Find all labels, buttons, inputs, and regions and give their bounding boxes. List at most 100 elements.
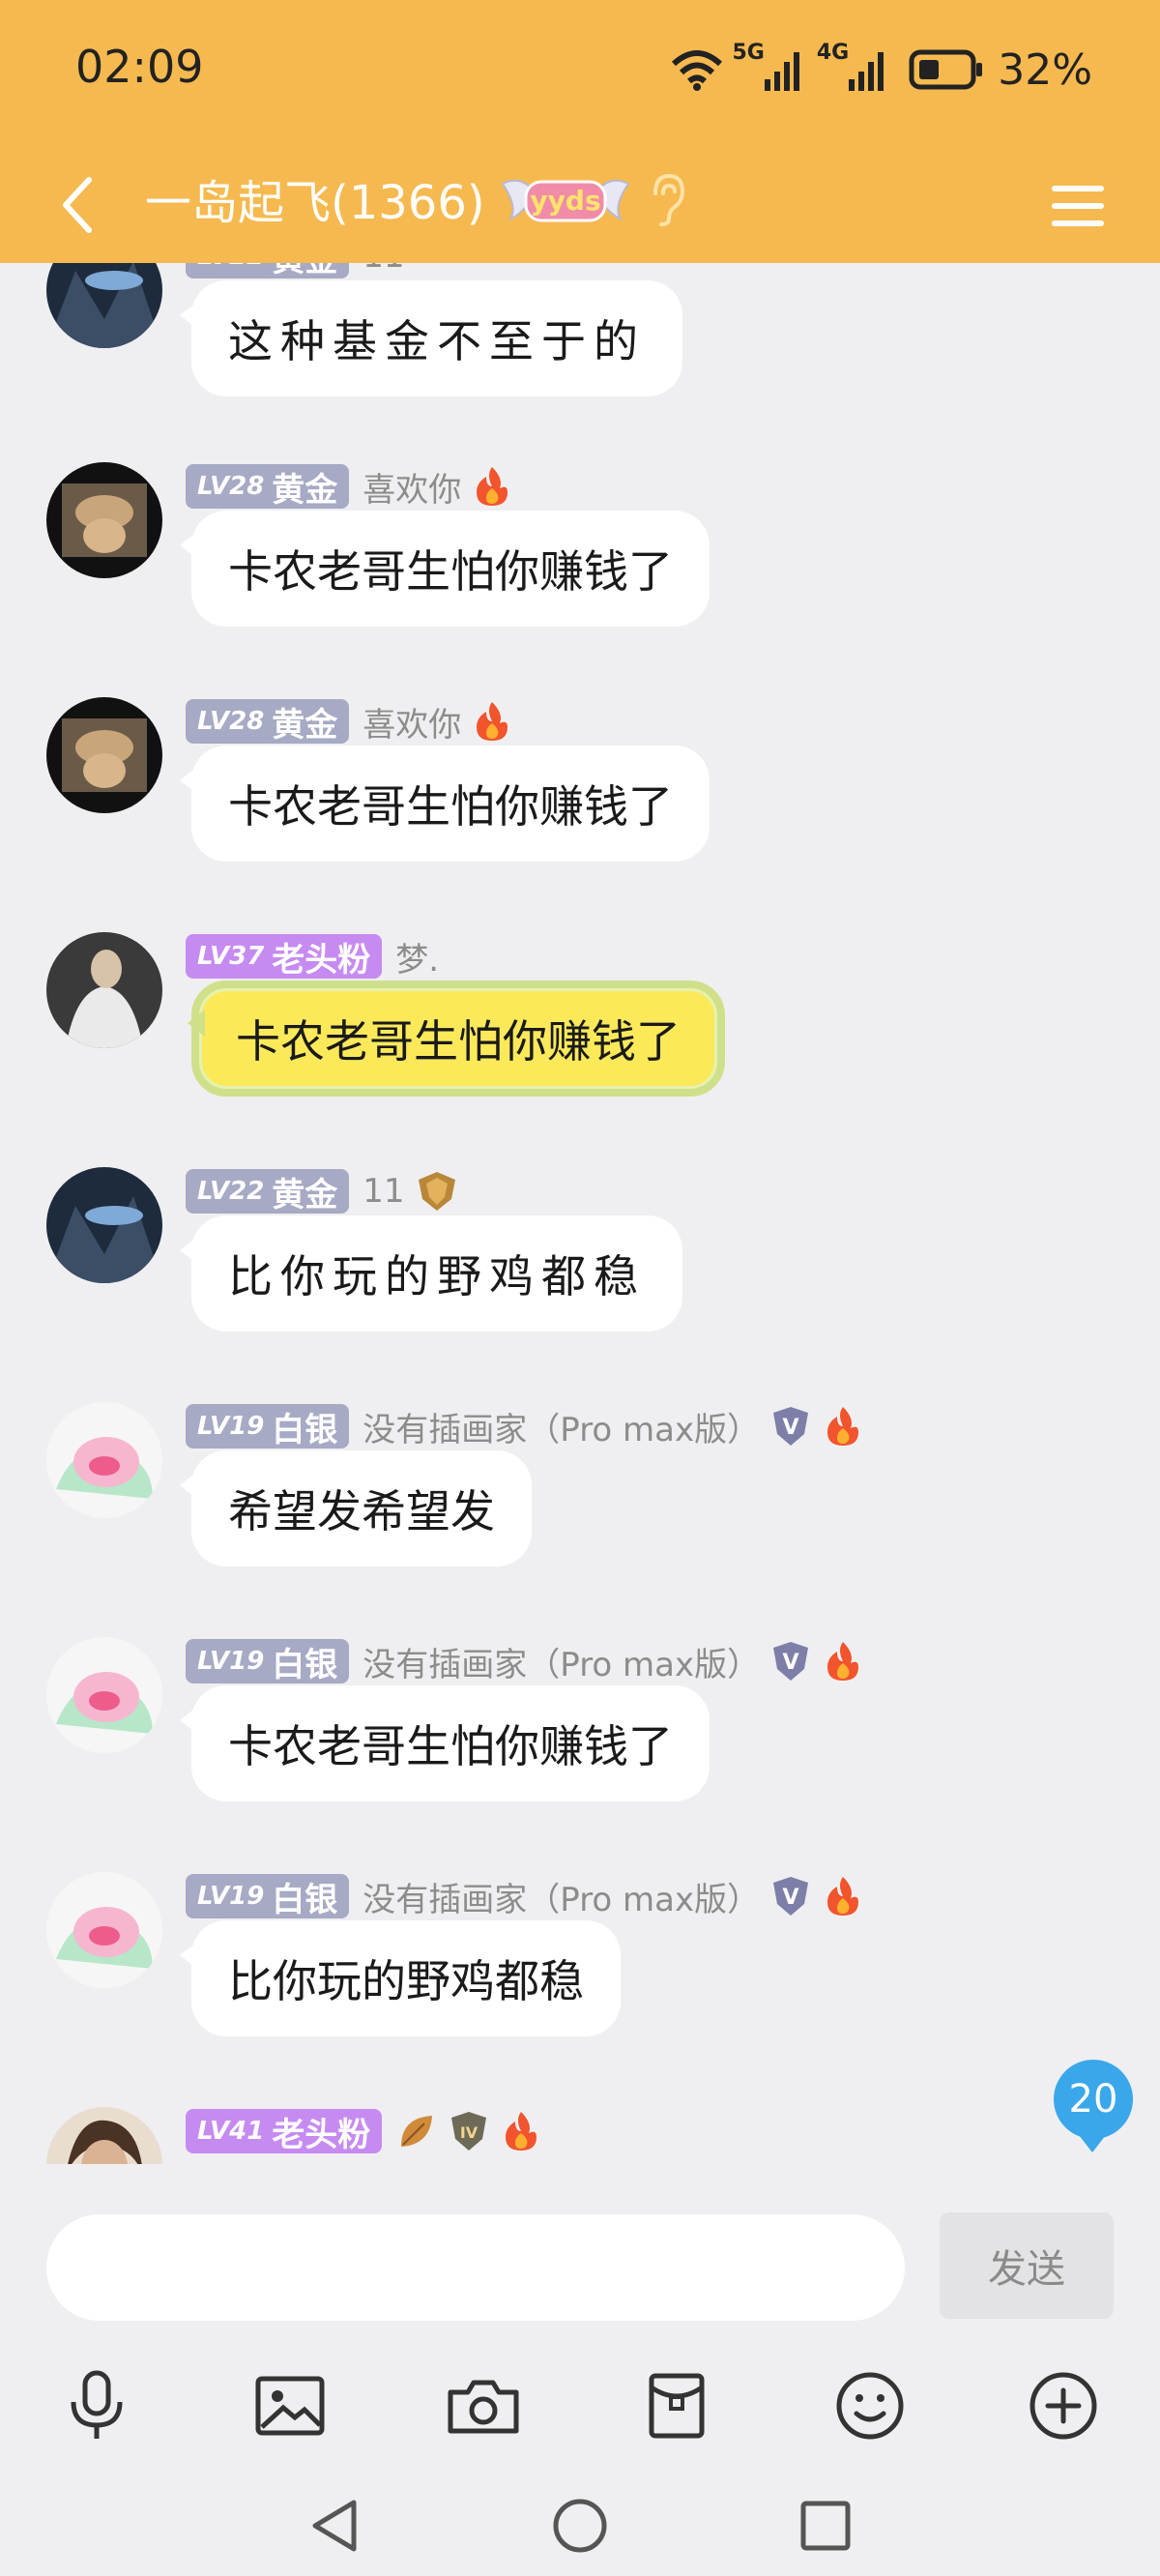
svg-text:V: V [783,1886,799,1910]
level-label: LV19 [197,1412,265,1441]
avatar[interactable] [46,1402,162,1518]
plus-icon [1030,2372,1097,2440]
message-bubble[interactable]: 比你玩的野鸡都稳 [180,1920,621,2036]
nav-recents-button[interactable] [787,2487,864,2564]
emoji-button[interactable] [822,2357,918,2454]
yyds-wings-badge-icon: yyds [501,179,630,222]
fire-icon [477,702,508,741]
message-meta: LV28 黄金 喜欢你 [186,462,513,511]
nav-home-button[interactable] [541,2487,619,2564]
avatar[interactable] [46,1637,162,1753]
message-meta: LV41 老头粉 IV [186,2107,542,2155]
rank-label: 老头粉 [272,2115,371,2154]
rank-label: 老头粉 [272,940,371,980]
title-bar: 一岛起飞(1366) yyds [0,145,1160,263]
system-navigation-bar [0,2474,1160,2576]
level-label: LV28 [197,472,265,501]
message-bubble[interactable]: 卡农老哥生怕你赚钱了 [180,746,710,862]
message-meta: LV37 老头粉 梦. [186,932,439,981]
rank-label: 白银 [272,1645,338,1684]
microphone-icon [71,2370,123,2439]
camera-button[interactable] [435,2357,532,2454]
level-badge: LV28 黄金 [186,699,350,745]
fire-icon [827,1877,859,1916]
wifi-icon [672,50,723,91]
level-label: LV19 [197,1647,265,1676]
level-badge: LV28 黄金 [186,464,350,510]
fire-icon [827,1407,859,1446]
avatar[interactable] [46,1167,162,1283]
svg-text:IV: IV [460,2123,478,2142]
message-bubble[interactable]: 这种基金不至于的 [180,280,682,396]
level-label: LV22 [197,1177,265,1206]
group-title[interactable]: 一岛起飞(1366) [145,164,485,232]
message-bubble[interactable]: 卡农老哥生怕你赚钱了 [180,1685,710,1801]
svg-text:V: V [783,1651,799,1675]
more-button[interactable] [1015,2357,1112,2454]
sender-nickname[interactable]: 喜欢你 [362,698,461,746]
message-input[interactable] [46,2214,905,2321]
level-label: LV41 [197,2117,265,2146]
back-button[interactable] [29,157,126,253]
status-icons: 5G 4G 32% [670,41,1092,99]
avatar[interactable] [46,932,162,1048]
message-meta: LV28 黄金 喜欢你 [186,697,513,746]
gold-shield-icon [418,1172,455,1211]
image-button[interactable] [242,2357,338,2454]
rank-label: 白银 [272,1880,338,1919]
sender-nickname[interactable]: 梦. [395,933,439,981]
message-meta: LV22黄金 11 [186,1167,459,1215]
avatar[interactable] [46,2107,162,2164]
message-bubble[interactable]: 卡农老哥生怕你赚钱了 [180,511,710,627]
image-icon [255,2376,325,2436]
svg-text:V: V [783,1416,799,1440]
signal-5g-icon [764,52,799,91]
level-badge: LV22黄金 [186,263,350,279]
network-5g-label: 5G [732,41,765,65]
chat-message-list[interactable]: LV22黄金 11 这种基金不至于的 LV28黄金 喜欢你 卡农老哥生怕你赚钱了… [0,263,1160,2164]
level-label: LV19 [197,1882,265,1911]
red-packet-button[interactable] [628,2357,725,2454]
level-badge: LV37 老头粉 [186,934,383,980]
status-bar: 02:09 5G 4G 32% [0,0,1160,145]
sender-nickname[interactable]: 11 [362,263,404,276]
unread-count-badge[interactable]: 20 [1054,2060,1133,2152]
level-label: LV22 [197,263,264,271]
sender-nickname[interactable]: 没有插画家（Pro max版） [362,1638,760,1685]
message-meta: LV19 白银 没有插画家（Pro max版） V [186,1402,864,1450]
level-badge: LV22黄金 [186,1169,350,1215]
v-shield-icon: V [773,1877,809,1916]
avatar[interactable] [46,697,162,813]
nav-back-button[interactable] [296,2487,373,2564]
signal-4g-icon [849,52,884,91]
message-bubble[interactable]: 比你玩的野鸡都稳 [180,1215,682,1332]
level-badge: LV19 白银 [186,1404,350,1449]
status-time: 02:09 [75,41,204,93]
top-bar: 02:09 5G 4G 32% 一岛起飞(1366) yyds [0,0,1160,263]
red-packet-icon [649,2373,705,2439]
ear-icon[interactable] [646,170,690,228]
sender-nickname[interactable]: 没有插画家（Pro max版） [362,1873,760,1920]
send-button[interactable]: 发送 [940,2212,1114,2319]
menu-button[interactable] [1034,162,1121,249]
square-recents-icon [800,2501,851,2551]
voice-button[interactable] [48,2357,145,2454]
sender-nickname[interactable]: 11 [362,1172,404,1211]
rank-label: 白银 [272,1410,338,1449]
hamburger-menu-icon [1052,186,1104,226]
network-4g-label: 4G [816,41,850,65]
avatar[interactable] [46,1872,162,1988]
avatar[interactable] [46,263,162,348]
message-bubble[interactable]: 希望发希望发 [180,1450,532,1566]
message-bubble[interactable]: 卡农老哥生怕你赚钱了 [188,981,725,1097]
sender-nickname[interactable]: 没有插画家（Pro max版） [362,1403,760,1450]
sender-nickname[interactable]: 喜欢你 [362,463,461,511]
rank-label: 黄金 [272,1175,338,1215]
iv-badge-icon: IV [451,2112,487,2151]
level-badge: LV19 白银 [186,1874,350,1919]
message-meta: LV22黄金 11 [186,263,405,280]
camera-icon [448,2380,519,2434]
fire-icon [506,2112,537,2151]
avatar[interactable] [46,462,162,578]
level-badge: LV19 白银 [186,1639,350,1684]
